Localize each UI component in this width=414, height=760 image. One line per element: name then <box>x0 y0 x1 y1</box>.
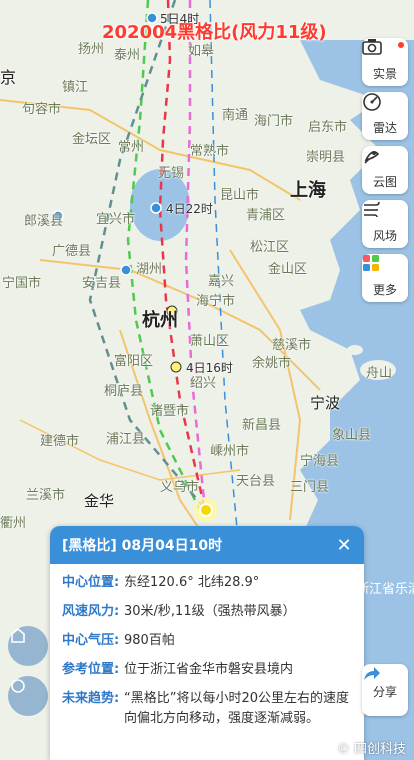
city-label: 义乌市 <box>160 480 200 495</box>
satellite-icon <box>364 150 396 170</box>
storm-title: 202004黑格比(风力11级) <box>102 22 327 43</box>
camera-icon <box>362 39 396 62</box>
city-label: 绍兴 <box>190 376 217 391</box>
share-label: 分享 <box>372 685 397 699</box>
radar-icon <box>363 93 396 116</box>
map-toolbar: 实景 雷达 云图 风场 更多 <box>362 38 408 302</box>
popup-header: [黑格比] 08月04日10时 ✕ <box>50 526 364 564</box>
city-label: 嘉兴 <box>208 274 235 289</box>
info-value: 位于浙江省金华市磐安县境内 <box>124 662 294 677</box>
info-key: 未来趋势: <box>62 691 120 706</box>
tool-label: 更多 <box>372 283 397 297</box>
city-label: 启东市 <box>308 120 348 135</box>
city-label: 泰州 <box>114 48 141 63</box>
city-label: 桐庐县 <box>104 384 144 399</box>
info-row: 参考位置: 位于浙江省金华市磐安县境内 <box>50 660 364 680</box>
city-label: 无锡 <box>158 166 185 181</box>
forecast-time-tag: 5日4时 <box>160 12 200 26</box>
share-icon <box>364 667 380 680</box>
more-button[interactable]: 更多 <box>362 254 408 302</box>
city-label: 昆山市 <box>220 188 260 203</box>
info-value: 980百帕 <box>124 633 175 648</box>
wind-icon <box>364 201 396 224</box>
notification-dot <box>398 42 404 48</box>
city-label: 衢州 <box>0 516 27 531</box>
city-label: 象山县 <box>332 428 372 443</box>
info-key: 风速风力: <box>62 604 120 619</box>
city-label: 镇江 <box>62 80 89 95</box>
city-label-hangzhou: 杭州 <box>142 310 178 331</box>
city-label: 宁海县 <box>300 454 340 469</box>
info-key: 中心气压: <box>62 633 120 648</box>
radar-button[interactable]: 雷达 <box>362 92 408 140</box>
city-label: 舟山 <box>366 366 393 381</box>
forecast-time-tag: 4日22时 <box>166 202 213 216</box>
typhoon-info-popup: [黑格比] 08月04日10时 ✕ 中心位置: 东经120.6° 北纬28.9°… <box>50 526 364 760</box>
city-label: 金坛区 <box>72 132 112 147</box>
city-label: 金华 <box>84 492 115 510</box>
city-label: 余姚市 <box>252 356 292 371</box>
city-label: 新昌县 <box>242 418 282 433</box>
city-label: 安吉县 <box>82 276 122 291</box>
city-label: 诸暨市 <box>150 404 190 419</box>
info-key: 参考位置: <box>62 662 120 677</box>
city-label: 浦江县 <box>106 432 146 447</box>
brand-watermark: © 四创科技 <box>336 742 406 757</box>
close-icon[interactable]: ✕ <box>334 535 354 556</box>
city-label-shanghai: 上海 <box>290 180 326 201</box>
city-label: 金山区 <box>268 262 308 277</box>
city-label: 青浦区 <box>246 208 286 223</box>
wind-field-button[interactable]: 风场 <box>362 200 408 248</box>
refresh-icon <box>11 679 25 693</box>
typhoon-map[interactable]: 202004黑格比(风力11级) 5日4时 4日22时 4日16时 京 扬州 泰… <box>0 0 414 760</box>
popup-title: [黑格比] 08月04日10时 <box>62 538 223 554</box>
info-key: 中心位置: <box>62 575 120 590</box>
city-label: 兰溪市 <box>26 488 66 503</box>
info-row: 中心位置: 东经120.6° 北纬28.9° <box>50 573 364 593</box>
city-label: 广德县 <box>52 244 92 259</box>
tool-label: 雷达 <box>372 121 397 135</box>
share-button[interactable]: 分享 <box>362 664 408 716</box>
city-label: 宁波 <box>310 394 341 412</box>
info-value: 东经120.6° 北纬28.9° <box>124 575 260 590</box>
tool-label: 云图 <box>372 175 397 189</box>
city-label: 宁国市 <box>2 276 42 291</box>
city-label: 慈溪市 <box>272 338 312 353</box>
tool-label: 实景 <box>372 67 397 81</box>
layers-icon <box>11 627 25 643</box>
locate-button[interactable] <box>8 676 48 716</box>
city-label: 建德市 <box>40 434 80 449</box>
tool-label: 风场 <box>372 229 397 243</box>
city-label: 郎溪县 <box>24 214 64 229</box>
live-view-button[interactable]: 实景 <box>362 38 408 86</box>
cloud-map-button[interactable]: 云图 <box>362 146 408 194</box>
city-label: 萧山区 <box>190 334 230 349</box>
info-value: 30米/秒,11级（强热带风暴） <box>124 604 296 619</box>
city-label: 三门县 <box>290 480 330 495</box>
city-label: 常熟市 <box>190 144 230 159</box>
info-value: “黑格比”将以每小时20公里左右的速度向偏北方向移动，强度逐渐减弱。 <box>124 691 350 726</box>
city-label: 天台县 <box>236 474 276 489</box>
city-label: 扬州 <box>78 42 105 57</box>
city-label: 常州 <box>118 140 145 155</box>
city-label: 崇明县 <box>306 150 346 165</box>
info-row: 风速风力: 30米/秒,11级（强热带风暴） <box>50 602 364 622</box>
city-label: 富阳区 <box>114 354 154 369</box>
layer-toggle-button[interactable] <box>8 626 48 666</box>
info-row: 中心气压: 980百帕 <box>50 631 364 651</box>
city-label: 句容市 <box>22 102 62 117</box>
landfall-text: 浙江省乐清市沿海登陆 <box>356 582 414 597</box>
city-label: 松江区 <box>250 240 290 255</box>
city-label: 南通 <box>222 108 249 123</box>
city-label: 京 <box>0 68 17 87</box>
city-label: 嵊州市 <box>210 444 250 459</box>
city-label: 海宁市 <box>196 294 236 309</box>
city-label: 宜兴市 <box>96 212 136 227</box>
info-row: 未来趋势: “黑格比”将以每小时20公里左右的速度向偏北方向移动，强度逐渐减弱。 <box>50 689 364 729</box>
city-label: 如皋 <box>188 44 215 59</box>
city-label: 湖州 <box>136 262 163 277</box>
grid-icon <box>363 255 396 278</box>
city-label: 海门市 <box>254 114 294 129</box>
